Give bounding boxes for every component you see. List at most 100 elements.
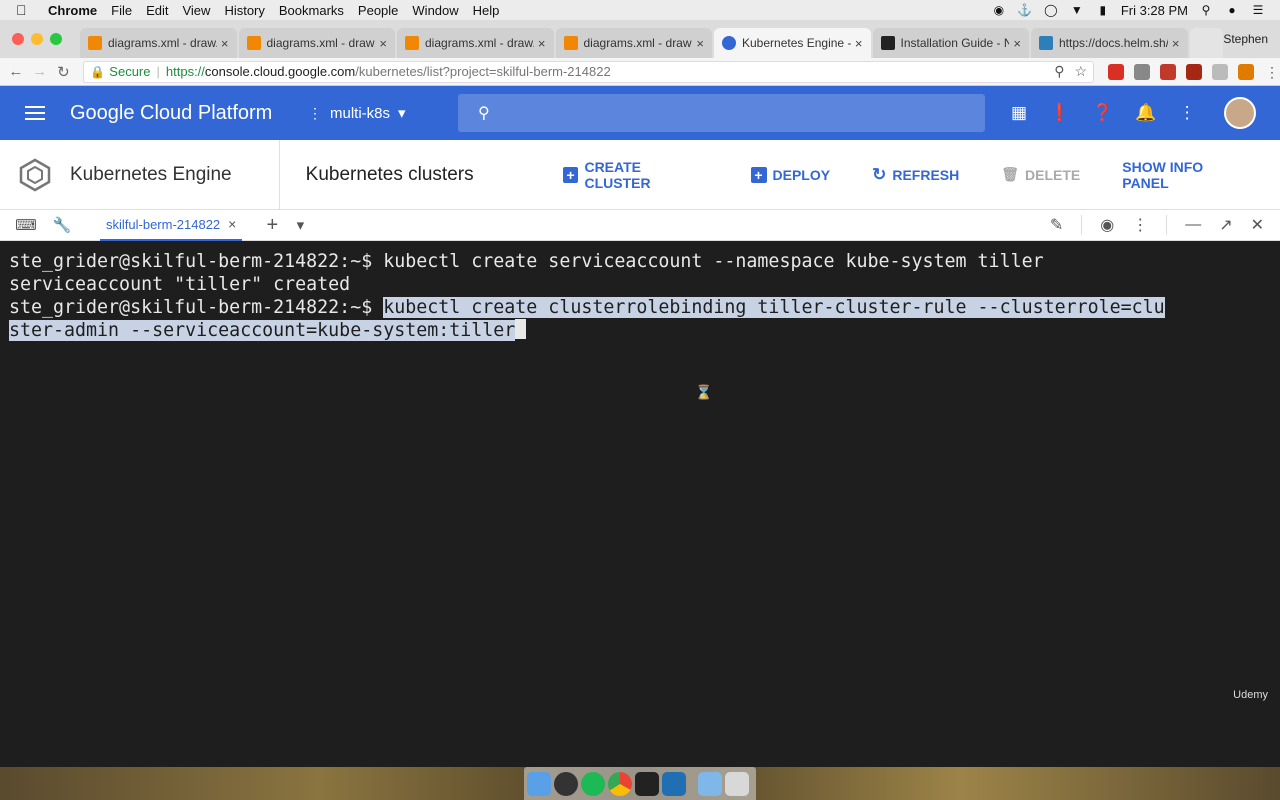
add-session-icon[interactable]: + — [254, 214, 290, 237]
web-preview-icon[interactable]: ◉ — [1100, 215, 1114, 235]
more-options-icon[interactable]: ⋮ — [1132, 215, 1148, 235]
apple-icon[interactable]:  — [16, 2, 36, 18]
cloud-shell-toolbar: ⌨ 🔧 skilful-berm-214822 × + ▾ ✎ ◉ ⋮ — ↗ … — [0, 210, 1280, 241]
edit-pencil-icon[interactable]: ✎ — [1050, 215, 1063, 235]
browser-tab[interactable]: diagrams.xml - draw.io × — [397, 28, 554, 58]
menu-people[interactable]: People — [358, 3, 398, 18]
close-window-button[interactable] — [12, 33, 24, 45]
product-section: Kubernetes Engine — [0, 139, 280, 210]
menu-window[interactable]: Window — [412, 3, 458, 18]
shell-session-tab[interactable]: skilful-berm-214822 × — [100, 210, 243, 241]
menu-file[interactable]: File — [111, 3, 132, 18]
open-new-window-icon[interactable]: ↗ — [1219, 215, 1232, 235]
menu-edit[interactable]: Edit — [146, 3, 168, 18]
page-subheader: Kubernetes Engine Kubernetes clusters + … — [0, 139, 1280, 210]
keyboard-icon[interactable]: ⌨ — [8, 216, 44, 234]
vscode-icon[interactable] — [662, 771, 686, 796]
browser-tab-active[interactable]: Kubernetes Engine - m × — [714, 28, 871, 58]
reload-icon[interactable]: ↻ — [52, 63, 76, 81]
terminal[interactable]: ste_grider@skilful-berm-214822:~$ kubect… — [0, 241, 1280, 767]
zoom-icon[interactable]: ⚲ — [1054, 63, 1064, 80]
create-cluster-button[interactable]: + CREATE CLUSTER — [562, 159, 709, 191]
notifications-alert-icon[interactable]: ❗ — [1049, 103, 1070, 123]
tab-title: Installation Guide - NG — [900, 36, 1010, 50]
tab-title: https://docs.helm.sh/u — [1059, 36, 1168, 50]
chevron-down-icon[interactable]: ▾ — [290, 216, 310, 234]
browser-toolbar: ← → ↻ 🔒 Secure | https:// console.cloud.… — [0, 58, 1280, 86]
obs-status-icon[interactable]: ◉ — [991, 3, 1007, 17]
menu-history[interactable]: History — [224, 3, 264, 18]
glasses-status-icon[interactable]: ◯ — [1043, 3, 1059, 17]
docker-status-icon[interactable]: ⚓ — [1017, 3, 1033, 17]
spotlight-search-icon[interactable]: ⚲ — [1198, 3, 1214, 17]
extension-icon[interactable] — [1108, 63, 1125, 80]
close-tab-icon[interactable]: × — [1013, 36, 1021, 51]
browser-tab[interactable]: https://docs.helm.sh/u × — [1031, 28, 1188, 58]
close-icon[interactable]: ✕ — [1251, 215, 1264, 235]
menu-view[interactable]: View — [182, 3, 210, 18]
project-selector[interactable]: ⋮ multi-k8s ▾ — [308, 104, 458, 123]
menu-bookmarks[interactable]: Bookmarks — [279, 3, 344, 18]
terminal-icon[interactable] — [635, 771, 659, 796]
address-bar[interactable]: 🔒 Secure | https:// console.cloud.google… — [83, 60, 1095, 83]
divider — [1081, 215, 1083, 235]
bookmark-star-icon[interactable]: ☆ — [1074, 63, 1087, 80]
close-tab-icon[interactable]: × — [1172, 36, 1180, 51]
close-tab-icon[interactable]: × — [379, 36, 387, 51]
extension-icon[interactable] — [1212, 63, 1229, 80]
gcp-title[interactable]: Google Cloud Platform — [70, 102, 308, 125]
help-icon[interactable]: ❓ — [1092, 103, 1113, 123]
extension-icon[interactable] — [1238, 63, 1255, 80]
wifi-icon[interactable]: ▼ — [1069, 3, 1085, 17]
minimize-icon[interactable]: — — [1185, 216, 1201, 234]
drawio-icon — [563, 36, 578, 50]
menu-app-chrome[interactable]: Chrome — [48, 3, 97, 18]
close-icon[interactable]: × — [228, 216, 236, 232]
chrome-icon[interactable] — [608, 771, 632, 796]
browser-tab[interactable]: diagrams.xml - draw.io × — [80, 28, 237, 58]
close-tab-icon[interactable]: × — [538, 36, 546, 51]
search-input[interactable]: ⚲ — [458, 94, 985, 132]
bell-icon[interactable]: 🔔 — [1135, 103, 1156, 123]
wrench-icon[interactable]: 🔧 — [44, 216, 80, 234]
project-name: multi-k8s — [330, 104, 391, 122]
browser-tab[interactable]: diagrams.xml - draw.io × — [555, 28, 712, 58]
notification-center-icon[interactable]: ☰ — [1250, 3, 1266, 17]
refresh-button[interactable]: ↻ REFRESH — [872, 165, 959, 185]
show-info-panel-button[interactable]: SHOW INFO PANEL — [1122, 159, 1251, 191]
deploy-button[interactable]: + DEPLOY — [750, 166, 830, 183]
minimize-window-button[interactable] — [31, 33, 43, 45]
page-title: Kubernetes clusters — [305, 163, 474, 185]
menubar-clock[interactable]: Fri 3:28 PM — [1121, 3, 1188, 18]
profile-name[interactable]: Stephen — [1223, 32, 1268, 46]
chrome-menu-icon[interactable]: ⋮ — [1264, 64, 1280, 80]
avatar[interactable] — [1223, 97, 1256, 129]
browser-tab[interactable]: diagrams.xml - draw.io × — [238, 28, 395, 58]
obs-icon[interactable] — [554, 771, 578, 796]
forward-arrow-icon[interactable]: → — [28, 63, 52, 80]
css-extension-icon[interactable] — [1134, 63, 1151, 80]
menu-help[interactable]: Help — [473, 3, 500, 18]
secure-label: Secure — [109, 64, 151, 79]
divider — [1166, 215, 1168, 235]
downloads-folder-icon[interactable] — [698, 771, 722, 796]
close-tab-icon[interactable]: × — [696, 36, 704, 51]
trash-icon[interactable] — [725, 771, 749, 796]
finder-icon[interactable] — [527, 771, 551, 796]
delete-button[interactable]: 🗑 DELETE — [1001, 166, 1080, 183]
browser-tab[interactable]: Installation Guide - NG × — [872, 28, 1029, 58]
more-options-icon[interactable]: ⋮ — [1179, 103, 1196, 123]
cloud-shell-icon[interactable]: ▦ — [1011, 103, 1027, 123]
close-tab-icon[interactable]: × — [221, 36, 229, 51]
new-tab-button[interactable] — [1189, 28, 1224, 58]
zoom-window-button[interactable] — [50, 33, 62, 45]
battery-icon[interactable]: ▮ — [1095, 3, 1111, 17]
hamburger-menu-icon[interactable] — [0, 106, 70, 120]
extensions: ⋮ — [1108, 63, 1280, 80]
close-tab-icon[interactable]: × — [855, 36, 863, 51]
extension-icon[interactable] — [1186, 63, 1203, 80]
spotify-icon[interactable] — [581, 771, 605, 796]
extension-icon[interactable] — [1160, 63, 1177, 80]
back-arrow-icon[interactable]: ← — [4, 63, 28, 80]
siri-icon[interactable]: ● — [1224, 3, 1240, 17]
